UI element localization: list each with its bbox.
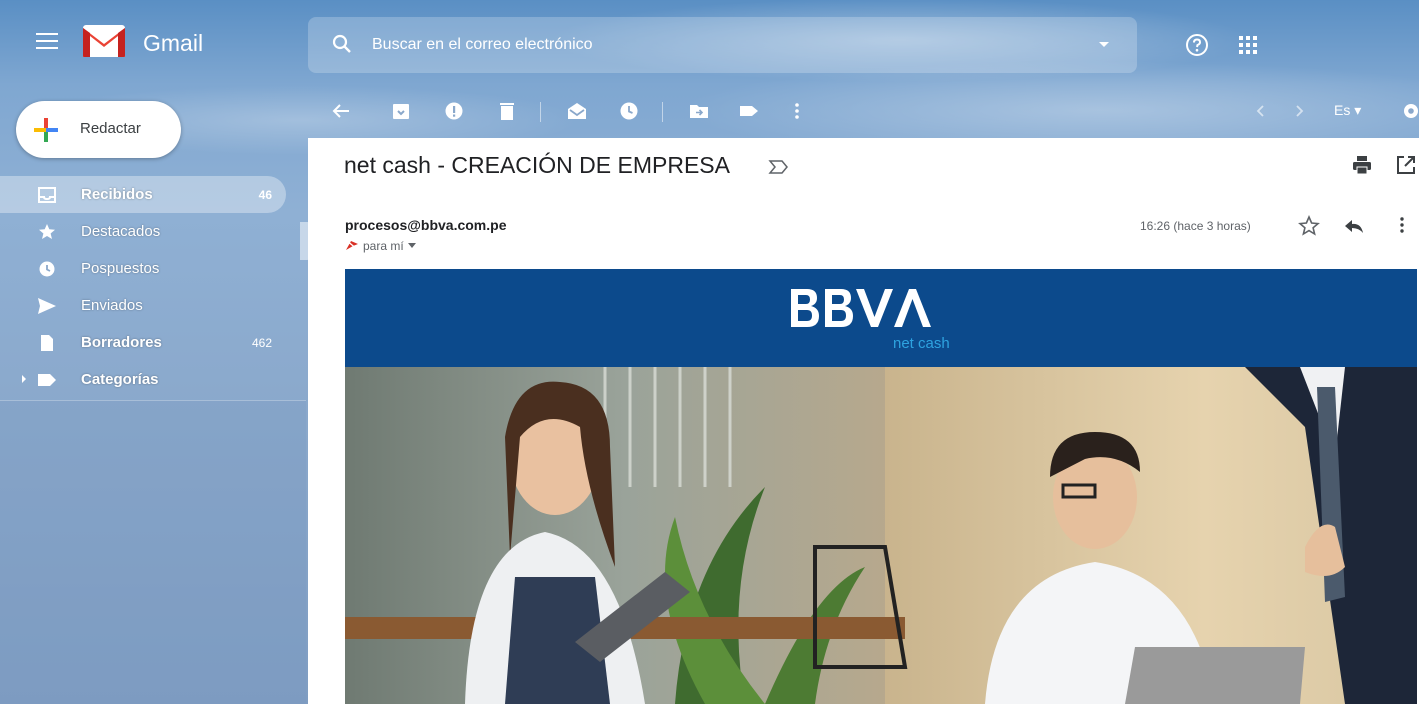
gmail-logo-icon[interactable] [82, 24, 126, 58]
sidebar-item-label: Enviados [81, 297, 143, 314]
report-spam-icon[interactable] [443, 100, 465, 122]
more-vertical-icon[interactable] [786, 100, 808, 122]
open-in-new-window-icon[interactable] [1395, 154, 1417, 176]
sidebar-item-drafts[interactable]: Borradores 462 [0, 324, 286, 361]
bbva-banner: net cash [345, 269, 1417, 367]
print-icon[interactable] [1351, 154, 1373, 176]
recipient-label: para mí [363, 239, 404, 253]
more-options-icon[interactable] [1392, 215, 1412, 235]
plus-icon [34, 118, 58, 142]
hero-image [345, 367, 1417, 704]
importance-marker-icon[interactable] [768, 159, 790, 175]
clock-icon [39, 261, 55, 277]
search-options-dropdown-icon[interactable] [1099, 42, 1109, 47]
main-menu-icon[interactable] [36, 33, 58, 51]
sidebar-lower-area [0, 400, 306, 704]
sender-email[interactable]: procesos@bbva.com.pe [345, 217, 506, 233]
sidebar-item-label: Recibidos [81, 186, 153, 203]
archive-icon[interactable] [390, 100, 412, 122]
move-to-icon[interactable] [688, 100, 710, 122]
toolbar-separator [540, 102, 541, 122]
help-icon[interactable] [1185, 33, 1209, 57]
input-language-selector[interactable]: Es ▾ [1334, 102, 1361, 119]
sidebar-nav: Recibidos 46 Destacados Pospuestos Envia… [0, 176, 306, 398]
delete-icon[interactable] [496, 100, 518, 122]
sidebar-item-snoozed[interactable]: Pospuestos [0, 250, 286, 287]
back-arrow-icon[interactable] [330, 100, 352, 122]
search-bar[interactable] [308, 17, 1137, 73]
search-icon[interactable] [332, 34, 352, 54]
sidebar-item-label: Destacados [81, 223, 161, 240]
compose-label: Redactar [80, 120, 141, 137]
sidebar-item-label: Categorías [81, 371, 159, 388]
star-toggle-icon[interactable] [1298, 215, 1320, 237]
bbva-logo [791, 289, 931, 327]
unsafe-sender-icon [345, 239, 359, 251]
inbox-icon [38, 187, 56, 203]
reading-pane: net cash - CREACIÓN DE EMPRESA procesos@… [308, 138, 1419, 704]
details-dropdown-icon[interactable] [407, 243, 416, 248]
message-toolbar: Es ▾ [308, 88, 1419, 134]
older-chevron-icon[interactable] [1250, 100, 1272, 122]
label-icon[interactable] [738, 100, 760, 122]
newer-chevron-icon[interactable] [1288, 100, 1310, 122]
sidebar-item-starred[interactable]: Destacados [0, 213, 286, 250]
recipient-details[interactable]: para mí [345, 239, 416, 253]
netcash-product-label: net cash [893, 335, 950, 352]
unread-count: 46 [258, 188, 272, 202]
sidebar-item-sent[interactable]: Enviados [0, 287, 286, 324]
apps-grid-icon[interactable] [1238, 35, 1258, 55]
snooze-icon[interactable] [618, 100, 640, 122]
email-subject: net cash - CREACIÓN DE EMPRESA [344, 152, 730, 178]
settings-gear-icon[interactable] [1400, 100, 1419, 122]
expand-arrow-icon[interactable] [22, 375, 26, 383]
sidebar-item-categories[interactable]: Categorías [0, 361, 286, 398]
label-icon [38, 374, 56, 386]
compose-button[interactable]: Redactar [16, 101, 181, 158]
reply-icon[interactable] [1343, 217, 1365, 235]
draft-count: 462 [251, 336, 272, 350]
draft-icon [41, 335, 53, 351]
sidebar-item-label: Borradores [81, 334, 162, 351]
sidebar-item-inbox[interactable]: Recibidos 46 [0, 176, 286, 213]
language-code: Es [1334, 102, 1351, 118]
sidebar-item-label: Pospuestos [81, 260, 160, 277]
mark-unread-icon[interactable] [566, 100, 588, 122]
star-icon [39, 224, 55, 239]
search-input[interactable] [372, 31, 1072, 59]
top-header: Gmail [0, 0, 1419, 84]
app-name[interactable]: Gmail [143, 30, 203, 57]
toolbar-separator [662, 102, 663, 122]
email-timestamp: 16:26 (hace 3 horas) [1140, 219, 1251, 233]
send-icon [38, 298, 56, 314]
